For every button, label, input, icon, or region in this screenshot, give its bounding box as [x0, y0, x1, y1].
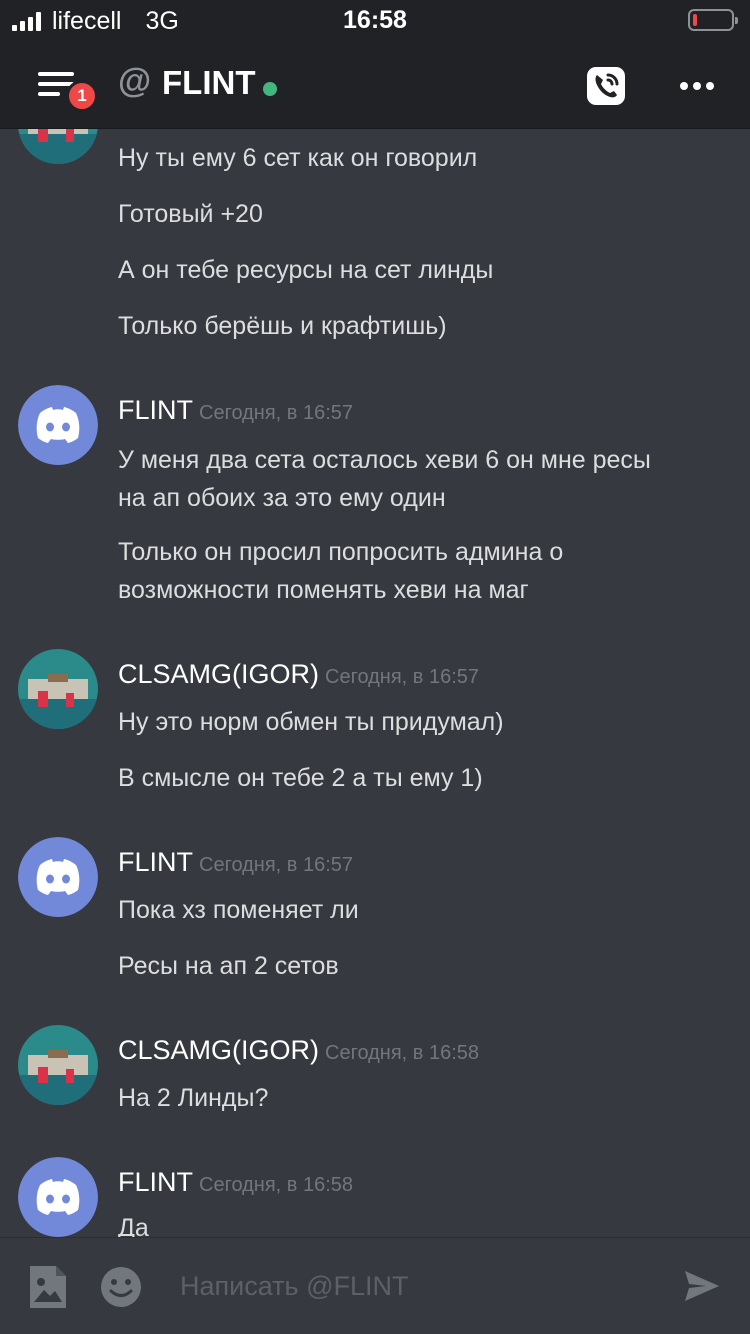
status-bar: lifecell 3G 16:58 [0, 0, 750, 42]
menu-icon [38, 72, 74, 76]
author-name[interactable]: CLSAMG(IGOR) [118, 1035, 319, 1065]
status-time: 16:58 [343, 6, 407, 34]
more-dot [693, 82, 701, 90]
message-timestamp: Сегодня, в 16:58 [325, 1042, 480, 1064]
message-timestamp: Сегодня, в 16:57 [325, 666, 480, 688]
message-text: Только он просил попросить админа о [118, 538, 564, 566]
message-text: Ну ты ему 6 сет как он говорил [118, 144, 478, 172]
photo-avatar[interactable] [18, 649, 98, 729]
author-name[interactable]: CLSAMG(IGOR) [118, 659, 319, 689]
message-text: Да [118, 1214, 149, 1237]
message-text: Ресы на ап 2 сетов [118, 952, 339, 980]
message-timestamp: Сегодня, в 16:57 [199, 402, 354, 424]
app: lifecell 3G 16:58 1 @ FLINT Ну ты ему 6 … [0, 0, 750, 1334]
message-text: Пока хз поменяет ли [118, 896, 359, 924]
photo-avatar[interactable] [18, 1025, 98, 1105]
message-text: На 2 Линды? [118, 1084, 269, 1112]
message-text: Только берёшь и крафтишь) [118, 312, 447, 340]
at-icon: @ [118, 62, 152, 100]
image-icon [30, 1266, 66, 1308]
call-button[interactable] [584, 64, 628, 108]
emoji-icon [101, 1267, 141, 1307]
send-icon [685, 1271, 719, 1301]
message-timestamp: Сегодня, в 16:58 [199, 1174, 354, 1196]
discord-logo-avatar[interactable] [18, 385, 98, 465]
message-author[interactable]: FLINT Сегодня, в 16:58 [118, 1167, 353, 1198]
photo-avatar[interactable] [18, 129, 98, 164]
message-timestamp: Сегодня, в 16:57 [199, 854, 354, 876]
battery-level [693, 14, 697, 26]
author-name[interactable]: FLINT [118, 847, 193, 877]
attach-image-button[interactable] [28, 1264, 68, 1310]
message-text: В смысле он тебе 2 а ты ему 1) [118, 764, 483, 792]
more-button[interactable] [672, 64, 722, 108]
discord-logo-avatar[interactable] [18, 837, 98, 917]
message-input[interactable] [170, 1260, 650, 1312]
battery-icon [688, 9, 738, 31]
online-status-icon [263, 82, 277, 96]
message-text: Готовый +20 [118, 200, 263, 228]
author-name[interactable]: FLINT [118, 395, 193, 425]
message-author[interactable]: FLINT Сегодня, в 16:57 [118, 847, 353, 878]
message-text: У меня два сета осталось хеви 6 он мне р… [118, 446, 651, 474]
phone-call-icon [587, 67, 625, 105]
message-text: возможности поменять хеви на маг [118, 576, 529, 604]
message-author[interactable]: CLSAMG(IGOR) Сегодня, в 16:58 [118, 1035, 479, 1066]
message-text: Ну это норм обмен ты придумал) [118, 708, 504, 736]
menu-icon-bar [38, 92, 60, 96]
discord-logo-avatar[interactable] [18, 1157, 98, 1237]
notification-badge: 1 [66, 80, 98, 112]
emoji-button[interactable] [100, 1266, 142, 1308]
channel-title[interactable]: FLINT [162, 64, 255, 102]
chat-header: 1 @ FLINT [0, 42, 750, 129]
author-name[interactable]: FLINT [118, 1167, 193, 1197]
message-list[interactable]: Ну ты ему 6 сет как он говорил Готовый +… [0, 129, 750, 1237]
more-dots-icon [680, 82, 688, 90]
message-text: на ап обоих за это ему один [118, 484, 446, 512]
message-author[interactable]: FLINT Сегодня, в 16:57 [118, 395, 353, 426]
message-composer [0, 1237, 750, 1334]
more-dot [706, 82, 714, 90]
menu-button[interactable]: 1 [30, 64, 98, 114]
send-button[interactable] [682, 1266, 722, 1306]
message-text: А он тебе ресурсы на сет линды [118, 256, 494, 284]
message-author[interactable]: CLSAMG(IGOR) Сегодня, в 16:57 [118, 659, 479, 690]
